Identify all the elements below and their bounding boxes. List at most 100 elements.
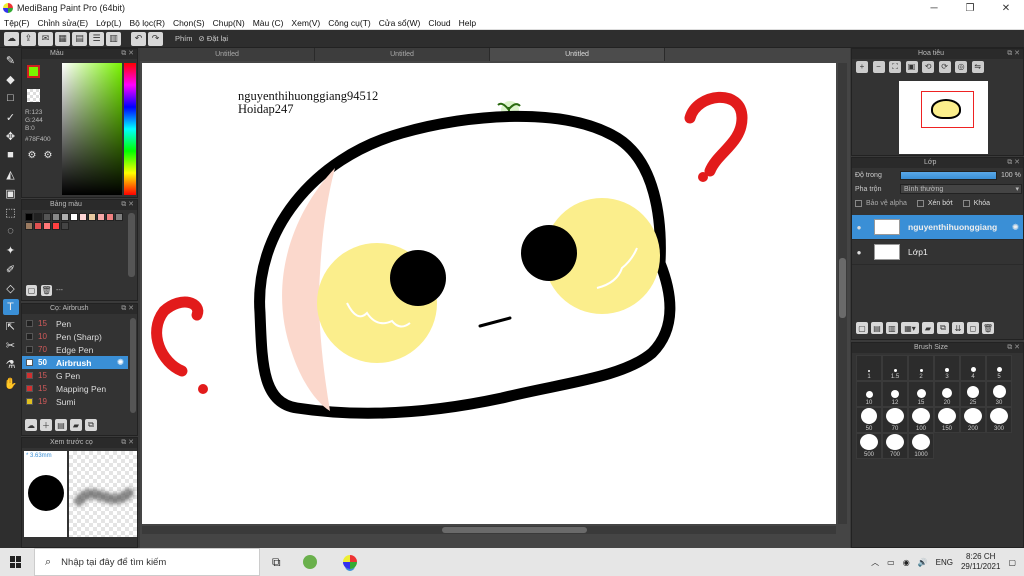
brush-item[interactable]: 15 G Pen <box>22 369 128 382</box>
palette-swatch[interactable] <box>52 213 60 221</box>
delete-layer-icon[interactable]: 🗑 <box>982 322 994 334</box>
panel-controls-icon[interactable]: ⧉ ✕ <box>121 438 134 448</box>
current-color-swatch[interactable] <box>27 65 40 78</box>
reset-rotation-icon[interactable]: ◎ <box>955 61 968 73</box>
drawing-canvas[interactable]: nguyenthihuonggiang94512 Hoidap247 <box>142 63 836 524</box>
panel-controls-icon[interactable]: ⧉ ✕ <box>121 200 134 210</box>
palette-swatch[interactable] <box>52 222 60 230</box>
panel-controls-icon[interactable]: ⧉ ✕ <box>121 49 134 59</box>
brush-item[interactable]: 15 Mapping Pen <box>22 382 128 395</box>
eraser-tool-icon[interactable]: ◆ <box>3 71 19 87</box>
task-view-icon[interactable]: ⧉ <box>272 555 281 570</box>
horizontal-scrollbar[interactable] <box>142 526 836 534</box>
brush-cloud-icon[interactable]: ☁ <box>25 419 37 431</box>
protect-alpha-checkbox[interactable] <box>855 199 862 207</box>
palette-swatch[interactable] <box>115 213 123 221</box>
select-tool-icon[interactable]: ⬚ <box>3 204 19 220</box>
palette-swatch[interactable] <box>43 213 51 221</box>
bucket-tool-icon[interactable]: ◭ <box>3 166 19 182</box>
menu-filter[interactable]: Bộ lọc(R) <box>126 18 169 28</box>
saturation-value-square[interactable] <box>62 63 122 195</box>
color-settings-icon[interactable]: ⚙ <box>42 149 54 161</box>
brush-size-option[interactable]: 5 <box>986 355 1012 381</box>
transparent-swatch[interactable] <box>27 89 40 102</box>
palette-swatch[interactable] <box>43 222 51 230</box>
new-halftone-layer-icon[interactable]: ▤ <box>871 322 883 334</box>
zoom-in-icon[interactable]: + <box>856 61 868 73</box>
rotate-right-icon[interactable]: ⟳ <box>938 61 951 73</box>
menu-tools[interactable]: Công cụ(T) <box>324 18 375 28</box>
brush-folder-icon[interactable]: ▰ <box>70 419 82 431</box>
comment-icon[interactable]: ✉ <box>38 31 53 46</box>
color-wheel-icon[interactable]: ⚙ <box>26 149 38 161</box>
menu-snap[interactable]: Chụp(N) <box>209 18 249 28</box>
menu-select[interactable]: Chọn(S) <box>169 18 209 28</box>
brush-size-option[interactable]: 100 <box>908 407 934 433</box>
vertical-scroll-thumb[interactable] <box>839 258 846 318</box>
rectangle-tool-icon[interactable]: □ <box>3 90 19 106</box>
hand-tool-icon[interactable]: ✋ <box>3 375 19 391</box>
taskbar-app-icon[interactable] <box>302 555 317 569</box>
new-layer-icon[interactable]: ▢ <box>856 322 868 334</box>
merge-layer-icon[interactable]: ⇊ <box>952 322 964 334</box>
panel-controls-icon[interactable]: ⧉ ✕ <box>1007 158 1020 168</box>
select-eraser-tool-icon[interactable]: ◇ <box>3 280 19 296</box>
undo-icon[interactable]: ↶ <box>131 31 146 46</box>
fill-rect-tool-icon[interactable]: ■ <box>3 147 19 163</box>
palette-swatch[interactable] <box>61 222 69 230</box>
notification-icon[interactable]: ▢ <box>1008 558 1016 567</box>
lock-checkbox[interactable] <box>962 199 970 207</box>
taskbar-medibang-icon[interactable] <box>342 555 357 569</box>
menu-edit[interactable]: Chỉnh sửa(E) <box>34 18 93 28</box>
brush-size-option[interactable]: 10 <box>856 381 882 407</box>
palette-scrollbar[interactable] <box>128 213 135 277</box>
brush-size-option[interactable]: 25 <box>960 381 986 407</box>
panel-controls-icon[interactable]: ⧉ ✕ <box>121 304 134 314</box>
palette-swatch[interactable] <box>25 222 33 230</box>
brush-item[interactable]: 19 Sumi <box>22 395 128 408</box>
brush-size-option[interactable]: 20 <box>934 381 960 407</box>
panel-controls-icon[interactable]: ⧉ ✕ <box>1007 343 1020 353</box>
brush-settings-icon[interactable]: ▤ <box>55 419 67 431</box>
taskbar-search[interactable]: ⌕ Nhập tại đây để tìm kiếm <box>34 548 260 576</box>
brush-item[interactable]: 15 Pen <box>22 317 128 330</box>
tray-language[interactable]: ENG <box>936 558 953 567</box>
palette-swatch[interactable] <box>97 213 105 221</box>
visibility-icon[interactable]: ● <box>852 223 866 232</box>
brush-add-icon[interactable]: ＋ <box>40 419 52 431</box>
brush-size-option[interactable]: 700 <box>882 433 908 459</box>
delete-palette-icon[interactable]: 🗑 <box>41 285 52 296</box>
brush-item[interactable]: 50 Airbrush ✺ <box>22 356 128 369</box>
grid-icon[interactable]: ▦ <box>55 31 70 46</box>
windows-start-icon[interactable] <box>10 556 22 568</box>
clear-layer-icon[interactable]: ◻ <box>967 322 979 334</box>
horizontal-scroll-thumb[interactable] <box>442 527 587 533</box>
tray-network-icon[interactable]: ◉ <box>903 558 910 567</box>
palette-swatch[interactable] <box>106 213 114 221</box>
list-icon[interactable]: ☰ <box>89 31 104 46</box>
brush-size-option[interactable]: 150 <box>934 407 960 433</box>
actual-size-icon[interactable]: ▣ <box>905 61 918 73</box>
menu-file[interactable]: Tệp(F) <box>0 18 34 28</box>
palette-swatch[interactable] <box>88 213 96 221</box>
brush-scrollbar[interactable] <box>130 318 136 413</box>
vertical-scrollbar[interactable] <box>838 63 847 524</box>
clip-checkbox[interactable] <box>916 199 924 207</box>
hue-slider[interactable] <box>124 63 136 195</box>
layer-row[interactable]: ● Lớp1 <box>852 240 1023 265</box>
brush-item[interactable]: 70 Edge Pen <box>22 343 128 356</box>
brush-size-option[interactable]: 12 <box>882 381 908 407</box>
palette-swatch[interactable] <box>61 213 69 221</box>
brush-size-option[interactable]: 70 <box>882 407 908 433</box>
brush-size-option[interactable]: 4 <box>960 355 986 381</box>
brush-size-option[interactable]: 3 <box>934 355 960 381</box>
tray-volume-icon[interactable]: 🔊 <box>918 558 928 567</box>
magic-wand-tool-icon[interactable]: ✦ <box>3 242 19 258</box>
dot-tool-icon[interactable]: ✓ <box>3 109 19 125</box>
divide-tool-icon[interactable]: ✂ <box>3 337 19 353</box>
layer-folder-icon[interactable]: ▰ <box>922 322 934 334</box>
tab-untitled-2[interactable]: Untitled <box>315 48 490 61</box>
brush-copy-icon[interactable]: ⧉ <box>85 419 97 431</box>
blend-select[interactable]: Bình thường ▾ <box>900 184 1022 194</box>
visibility-icon[interactable]: ● <box>852 248 866 257</box>
